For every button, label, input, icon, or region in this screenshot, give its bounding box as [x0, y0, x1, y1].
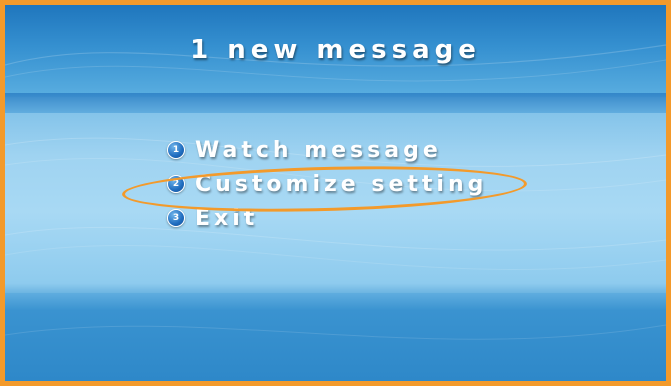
menu-item-customize-setting[interactable]: 2 Customize setting	[167, 169, 487, 199]
number-two-icon: 2	[167, 175, 185, 193]
menu-item-watch-message[interactable]: 1 Watch message	[167, 135, 487, 165]
number-one-icon: 1	[167, 141, 185, 159]
tv-frame: 1 new message 1 Watch message 2 Customiz…	[0, 0, 671, 386]
options-menu: 1 Watch message 2 Customize setting 3 Ex…	[167, 135, 487, 237]
number-three-icon: 3	[167, 209, 185, 227]
page-title: 1 new message	[190, 35, 481, 65]
menu-item-exit[interactable]: 3 Exit	[167, 203, 487, 233]
menu-item-label: Exit	[195, 205, 259, 231]
message-screen: 1 new message 1 Watch message 2 Customiz…	[5, 5, 666, 381]
menu-item-label: Watch message	[195, 137, 442, 163]
menu-item-label: Customize setting	[195, 171, 488, 197]
